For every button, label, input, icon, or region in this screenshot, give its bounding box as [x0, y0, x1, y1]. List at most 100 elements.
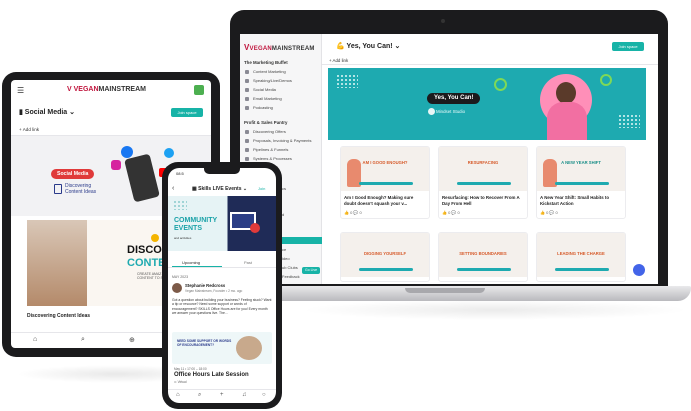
phone-screen: 08:5 ‹ ▦ Skills LIVE Events ⌄ Join COMMU… — [168, 168, 276, 403]
home-icon[interactable]: ⌂ — [176, 392, 180, 398]
post-card[interactable]: AM I GOOD ENOUGH? Am I Good Enough? Maki… — [340, 146, 430, 219]
person-photo — [27, 220, 87, 306]
sidebar-item-speaking[interactable]: Speaking/Live/Demos — [245, 78, 292, 83]
author-name[interactable]: Stephanie Redcross — [185, 283, 225, 288]
search-icon — [245, 130, 249, 134]
date-header: MAY 2023 — [172, 275, 189, 279]
event-cover-text: NEED SOME SUPPORT OR WORDS OF ENCOURAGEME… — [177, 339, 232, 348]
dot-pattern — [173, 200, 187, 210]
post-thumbnail: LEADING THE CHARGE — [537, 233, 625, 277]
banner-person — [556, 82, 576, 104]
chat-fab-button[interactable] — [633, 264, 645, 276]
add-link-button[interactable]: + Add link — [19, 127, 39, 132]
sidebar-item-discovering-offers[interactable]: Discovering Offers — [245, 129, 286, 134]
banner-person-body — [547, 102, 587, 140]
sidebar-item-partial[interactable]: ub Clubs — [282, 265, 298, 270]
home-icon[interactable]: ⌂ — [33, 336, 37, 343]
funnel-icon — [245, 148, 249, 152]
post-meta: 👍 0 💬 0 — [442, 210, 460, 215]
sidebar-item-partial[interactable]: d — [282, 212, 284, 217]
author-meta: Vegan Mainstream, Founder • 2 mo. ago — [185, 289, 243, 293]
header-divider — [322, 64, 658, 65]
document-icon — [54, 184, 62, 194]
phone-illustration — [124, 153, 160, 203]
notifications-icon[interactable]: ♫ — [242, 392, 247, 398]
post-card[interactable]: A NEW YEAR SHIFT A New Year Shift: Small… — [536, 146, 626, 219]
headphones-icon — [245, 106, 249, 110]
banner-subtitle: Discovering Content Ideas — [65, 183, 97, 195]
sidebar-item-social-media[interactable]: Social Media — [245, 87, 276, 92]
sidebar-item-podcasting[interactable]: Podcasting — [245, 105, 273, 110]
person-photo — [236, 336, 262, 360]
avatar[interactable] — [194, 85, 204, 95]
join-button[interactable]: Join — [258, 186, 265, 191]
tablet-logo[interactable]: V VEGANMAINSTREAM — [67, 86, 146, 93]
sidebar-logo[interactable]: VVEGANMAINSTREAM — [244, 43, 315, 52]
event-title[interactable]: Office Hours Late Session — [174, 372, 249, 378]
post-title[interactable]: Resurfacing: How to Recover From A Day F… — [439, 191, 527, 208]
post-title[interactable]: Am I Good Enough? Making sure doubt does… — [341, 191, 429, 208]
play-icon — [250, 223, 260, 233]
space-title[interactable]: ▦ Skills LIVE Events ⌄ — [192, 186, 247, 192]
join-space-button[interactable]: Join space — [612, 42, 644, 51]
sidebar-item-partial[interactable]: ideo — [282, 256, 290, 261]
post-card[interactable]: DIGGING YOURSELF — [340, 232, 430, 282]
post-thumbnail: DIGGING YOURSELF — [341, 233, 429, 277]
event-location: ⊙ Virtual — [174, 380, 187, 384]
back-icon[interactable]: ‹ — [172, 185, 174, 192]
twitter-icon — [164, 148, 174, 158]
tab-past[interactable]: Past — [244, 260, 252, 265]
add-icon[interactable]: + — [220, 392, 224, 398]
location-pin-icon: ⊙ — [174, 380, 177, 384]
space-banner: COMMUNITY EVENTS and activities — [168, 196, 276, 251]
space-banner: Yes, You Can! Mindset Studio — [328, 68, 646, 140]
sidebar-item-partial[interactable]: ce — [282, 247, 286, 252]
sidebar-section-title: Profit & Sales Pantry — [244, 120, 288, 125]
post-meta: 👍 0 💬 0 — [540, 210, 558, 215]
sidebar-item-proposals[interactable]: Proposals, Invoicing & Payments — [245, 138, 311, 143]
dot-pattern — [618, 114, 640, 128]
sidebar-item-partial[interactable]: Feedback — [282, 274, 300, 279]
gear-icon — [245, 157, 249, 161]
laptop-shadow — [300, 300, 690, 320]
sidebar-item-pipelines[interactable]: Pipelines & Funnels — [245, 147, 288, 152]
space-title[interactable]: ▮ Social Media ⌄ — [19, 108, 75, 116]
sidebar-item-partial[interactable]: cs — [282, 186, 286, 191]
post-card[interactable]: RESURFACING Resurfacing: How to Recover … — [438, 146, 528, 219]
avatar[interactable] — [172, 283, 182, 293]
post-thumbnail: AM I GOOD ENOUGH? — [341, 147, 429, 191]
tab-upcoming[interactable]: Upcoming — [182, 260, 200, 265]
hamburger-menu-icon[interactable]: ☰ — [17, 86, 24, 95]
banner-subtitle: and activities — [174, 236, 192, 240]
page-title[interactable]: 💪 Yes, You Can! ⌄ — [336, 42, 400, 50]
sidebar-item-email-marketing[interactable]: Email Marketing — [245, 96, 282, 101]
post-body: Got a question about building your busin… — [172, 298, 272, 316]
post-thumbnail: A NEW YEAR SHIFT — [537, 147, 625, 191]
post-title[interactable]: A New Year Shift: Small Habits to Kickst… — [537, 191, 625, 208]
event-cover-image[interactable]: NEED SOME SUPPORT OR WORDS OF ENCOURAGEME… — [172, 332, 272, 364]
post-title[interactable]: Discovering Content Ideas — [27, 313, 90, 319]
check-icon — [494, 78, 507, 91]
laptop-camera — [441, 19, 445, 23]
flexed-arm-icon: 💪 — [336, 43, 345, 50]
event-date: May 11 • 17:00 – 18:00 — [174, 367, 207, 371]
post-card[interactable]: SETTING BOUNDARIES — [438, 232, 528, 282]
search-icon[interactable]: ⌕ — [81, 336, 85, 344]
sidebar-item-systems[interactable]: Systems & Processes — [245, 156, 292, 161]
microphone-icon — [245, 79, 249, 83]
search-icon[interactable]: ⌕ — [198, 392, 201, 399]
sidebar-item-content-marketing[interactable]: Content Marketing — [245, 69, 286, 74]
join-space-button[interactable]: Join space — [171, 108, 203, 117]
post-thumbnail: RESURFACING — [439, 147, 527, 191]
add-icon[interactable]: ⊕ — [129, 336, 135, 344]
profile-icon[interactable]: ○ — [262, 392, 266, 398]
post-thumbnail: SETTING BOUNDARIES — [439, 233, 527, 277]
add-link-button[interactable]: + Add link — [329, 58, 348, 63]
go-live-button[interactable]: Go Live — [302, 267, 320, 274]
lightbulb-icon — [151, 234, 159, 242]
facebook-icon — [121, 146, 133, 158]
tab-divider — [168, 267, 276, 268]
cover-subline: CREATE AMAZ CONTENT TO S — [137, 272, 163, 280]
phone-notch — [204, 168, 240, 174]
post-card[interactable]: LEADING THE CHARGE — [536, 232, 626, 282]
